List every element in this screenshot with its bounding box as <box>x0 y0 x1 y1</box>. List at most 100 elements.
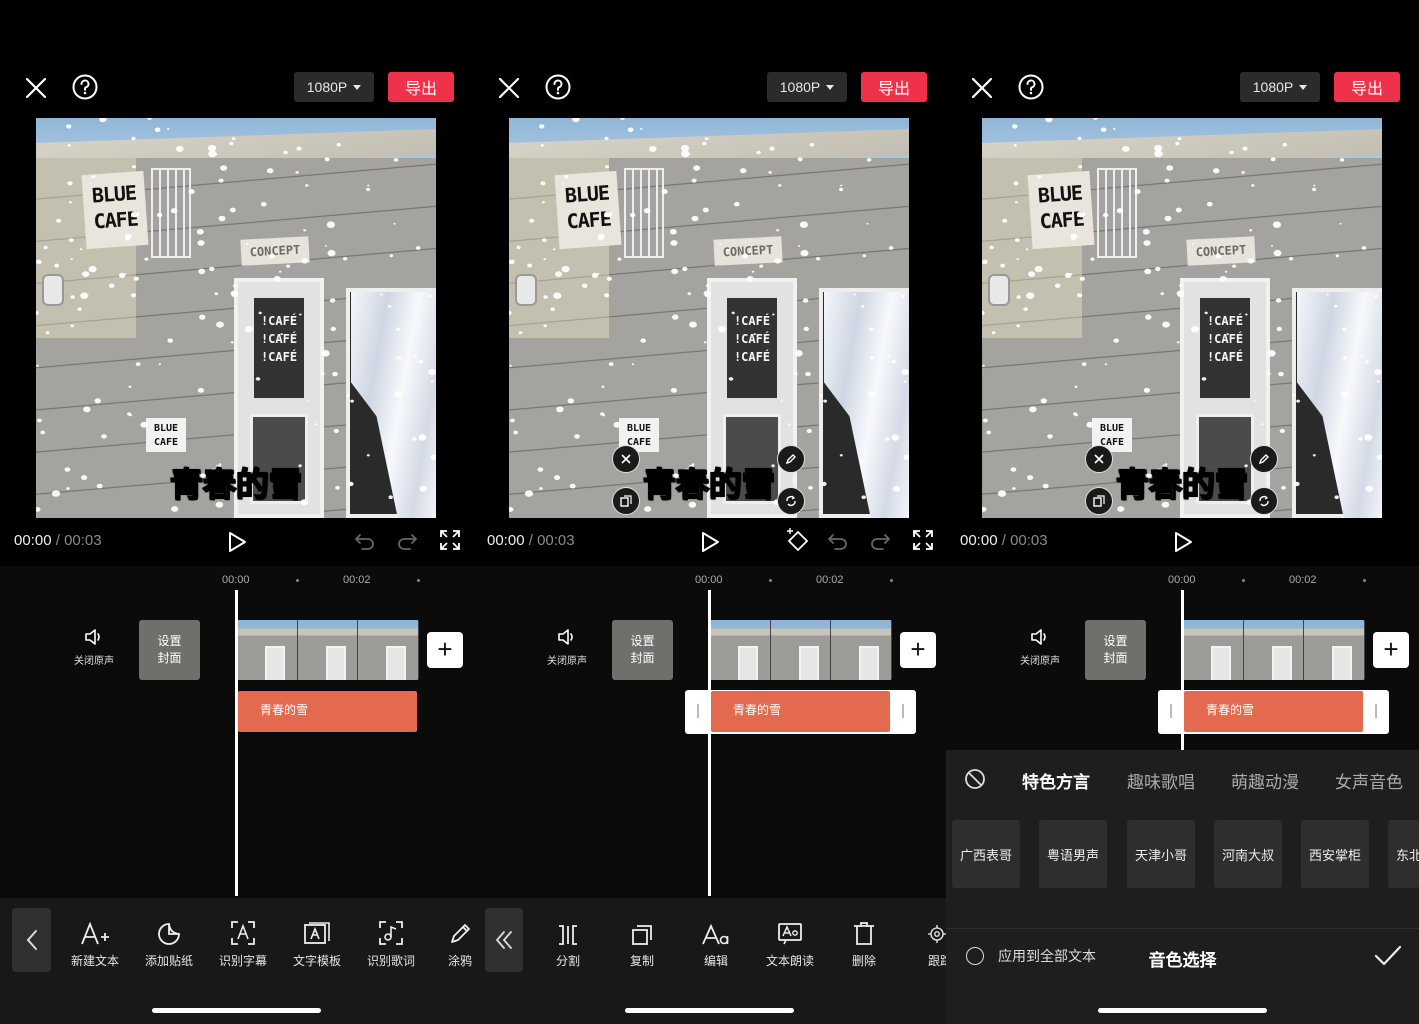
undo-button[interactable] <box>354 530 378 554</box>
redo-button[interactable] <box>396 530 420 554</box>
text-clip[interactable]: 青春的雪 <box>1184 691 1363 732</box>
keyframe-button[interactable] <box>785 528 811 554</box>
voice-option[interactable]: 天津小哥 <box>1127 820 1195 888</box>
video-preview[interactable]: BLUE CAFE CONCEPT !CAFÉ !CAFÉ !CAFÉ BLUE C… <box>36 118 436 518</box>
time-separator: / <box>1001 532 1006 549</box>
recognize-lyrics-button[interactable]: 识别歌词 <box>359 918 423 969</box>
collapse-button[interactable] <box>485 908 523 972</box>
video-preview[interactable]: BLUE CAFE CONCEPT !CAFÉ !CAFÉ !CAFÉ BLUE C… <box>982 118 1382 518</box>
trim-handle-right[interactable] <box>902 704 904 718</box>
add-clip-button[interactable]: + <box>900 632 936 668</box>
ruler-tick: 00:00 <box>695 574 723 586</box>
mute-label: 关闭原声 <box>547 656 587 667</box>
resolution-select[interactable]: 1080P <box>1240 72 1320 102</box>
set-cover-button[interactable]: 设置 封面 <box>612 620 673 680</box>
tracking-button[interactable]: 跟踪 <box>906 918 946 969</box>
undo-button[interactable] <box>827 530 851 554</box>
edit-text-icon <box>702 924 729 945</box>
confirm-button[interactable] <box>1374 944 1402 970</box>
close-button[interactable] <box>966 72 998 104</box>
video-clip[interactable] <box>1183 620 1365 680</box>
voice-option[interactable]: 河南大叔 <box>1214 820 1282 888</box>
play-button[interactable] <box>1172 530 1194 554</box>
voice-option[interactable]: 广西表哥 <box>952 820 1020 888</box>
resolution-select[interactable]: 1080P <box>767 72 847 102</box>
resolution-select[interactable]: 1080P <box>294 72 374 102</box>
new-text-button[interactable]: 新建文本 <box>63 918 127 969</box>
caption-text[interactable]: 青春的雪 <box>982 458 1382 506</box>
fullscreen-icon <box>440 530 460 550</box>
mute-original-audio-button[interactable]: 关闭原声 <box>68 628 120 667</box>
recognize-subtitle-button[interactable]: 识别字幕 <box>211 918 275 969</box>
export-button[interactable]: 导出 <box>1334 72 1400 102</box>
tab-anime[interactable]: 萌趣动漫 <box>1231 768 1299 793</box>
edit-text-button[interactable]: 编辑 <box>684 918 748 969</box>
ruler-dot <box>769 579 772 582</box>
close-button[interactable] <box>493 72 525 104</box>
home-indicator <box>625 1008 794 1013</box>
text-clip[interactable]: 青春的雪 <box>238 691 417 732</box>
set-cover-button[interactable]: 设置 封面 <box>139 620 200 680</box>
caption-rotate-handle[interactable] <box>1250 487 1278 515</box>
timecode: 00:00 / 00:03 <box>14 532 102 549</box>
trim-handle-left[interactable] <box>1170 704 1172 718</box>
export-button[interactable]: 导出 <box>388 72 454 102</box>
text-template-button[interactable]: 文字模板 <box>285 918 349 969</box>
add-clip-button[interactable]: + <box>427 632 463 668</box>
voice-option[interactable]: 粤语男声 <box>1039 820 1107 888</box>
tab-dialect[interactable]: 特色方言 <box>1022 768 1090 793</box>
timecode: 00:00 / 00:03 <box>960 532 1048 549</box>
tool-label: 跟踪 <box>928 954 946 968</box>
text-clip[interactable]: 青春的雪 <box>711 691 890 732</box>
video-preview[interactable]: BLUE CAFE CONCEPT !CAFÉ !CAFÉ !CAFÉ BLUE C… <box>509 118 909 518</box>
mute-original-audio-button[interactable]: 关闭原声 <box>1014 628 1066 667</box>
back-button[interactable] <box>12 908 51 972</box>
fullscreen-button[interactable] <box>440 530 462 552</box>
redo-button[interactable] <box>869 530 893 554</box>
split-button[interactable]: 分割 <box>536 918 600 969</box>
trim-handle-right[interactable] <box>1375 704 1377 718</box>
caption-text[interactable]: 青春的雪 <box>36 458 436 506</box>
text-to-speech-button[interactable]: 文本朗读 <box>758 918 822 969</box>
tool-label: 识别字幕 <box>218 954 267 968</box>
delete-button[interactable]: 删除 <box>832 918 896 969</box>
voice-option[interactable]: 东北 <box>1388 820 1419 888</box>
export-button[interactable]: 导出 <box>861 72 927 102</box>
help-button[interactable] <box>543 72 573 102</box>
tab-singing[interactable]: 趣味歌唱 <box>1127 768 1195 793</box>
help-button[interactable] <box>1016 72 1046 102</box>
copy-button[interactable]: 复制 <box>610 918 674 969</box>
tab-female-voice[interactable]: 女声音色 <box>1335 768 1403 793</box>
mute-original-audio-button[interactable]: 关闭原声 <box>541 628 593 667</box>
play-button[interactable] <box>226 530 248 554</box>
add-clip-button[interactable]: + <box>1373 632 1409 668</box>
set-cover-button[interactable]: 设置 封面 <box>1085 620 1146 680</box>
caption-delete-handle[interactable] <box>1085 445 1113 473</box>
help-button[interactable] <box>70 72 100 102</box>
caption-edit-handle[interactable] <box>777 445 805 473</box>
caption-edit-handle[interactable] <box>1250 445 1278 473</box>
fullscreen-button[interactable] <box>913 530 935 552</box>
playhead[interactable] <box>1181 590 1184 750</box>
tool-label: 添加贴纸 <box>144 954 193 968</box>
play-icon <box>229 532 246 552</box>
close-button[interactable] <box>20 72 52 104</box>
caption-text[interactable]: 青春的雪 <box>509 458 909 506</box>
no-voice-button[interactable] <box>964 768 986 790</box>
trim-handle-left[interactable] <box>697 704 699 718</box>
split-icon <box>559 925 577 945</box>
caption-copy-handle[interactable] <box>612 487 640 515</box>
caption-rotate-handle[interactable] <box>777 487 805 515</box>
voice-option[interactable]: 西安掌柜 <box>1301 820 1369 888</box>
add-sticker-button[interactable]: 添加贴纸 <box>137 918 201 969</box>
caption-delete-handle[interactable] <box>612 445 640 473</box>
video-clip[interactable] <box>237 620 419 680</box>
playhead[interactable] <box>708 590 711 896</box>
close-icon <box>498 77 520 99</box>
playhead[interactable] <box>235 590 238 896</box>
play-button[interactable] <box>699 530 721 554</box>
tool-label: 复制 <box>629 954 654 968</box>
close-icon <box>25 77 47 99</box>
caption-copy-handle[interactable] <box>1085 487 1113 515</box>
video-clip[interactable] <box>710 620 892 680</box>
